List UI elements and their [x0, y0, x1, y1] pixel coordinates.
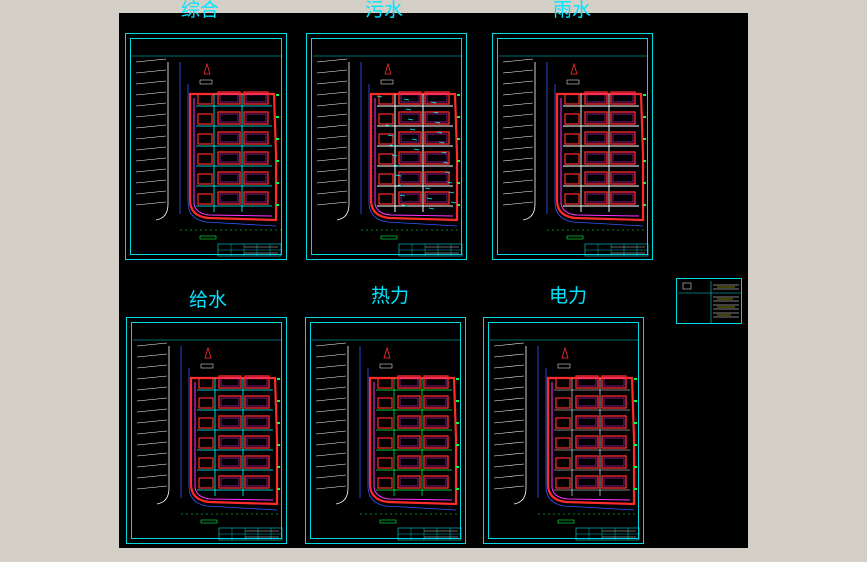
site-plan-sewage [313, 55, 463, 257]
legend-graphic [679, 281, 741, 323]
sheet-composite[interactable] [125, 33, 287, 260]
sheet-sewage[interactable] [306, 33, 467, 260]
sheet-title-water-supply: 给水 [188, 289, 227, 311]
sheet-heating[interactable] [305, 317, 466, 544]
site-plan-water-supply [133, 339, 283, 541]
sheet-title-composite: 综合 [180, 0, 219, 21]
sheet-electric[interactable] [483, 317, 644, 544]
sheet-title-electric: 电力 [548, 285, 587, 307]
site-plan-electric [490, 339, 640, 541]
sheet-title-sewage: 污水 [364, 0, 403, 21]
drawing-legend-box[interactable] [676, 278, 742, 324]
site-plan-rain [499, 55, 649, 257]
sheet-title-rain: 雨水 [552, 0, 591, 21]
sheet-rain[interactable] [492, 33, 653, 260]
site-plan-composite [132, 55, 282, 257]
site-plan-heating [312, 339, 462, 541]
sheet-water-supply[interactable] [126, 317, 287, 544]
sheet-title-heating: 热力 [370, 285, 409, 307]
